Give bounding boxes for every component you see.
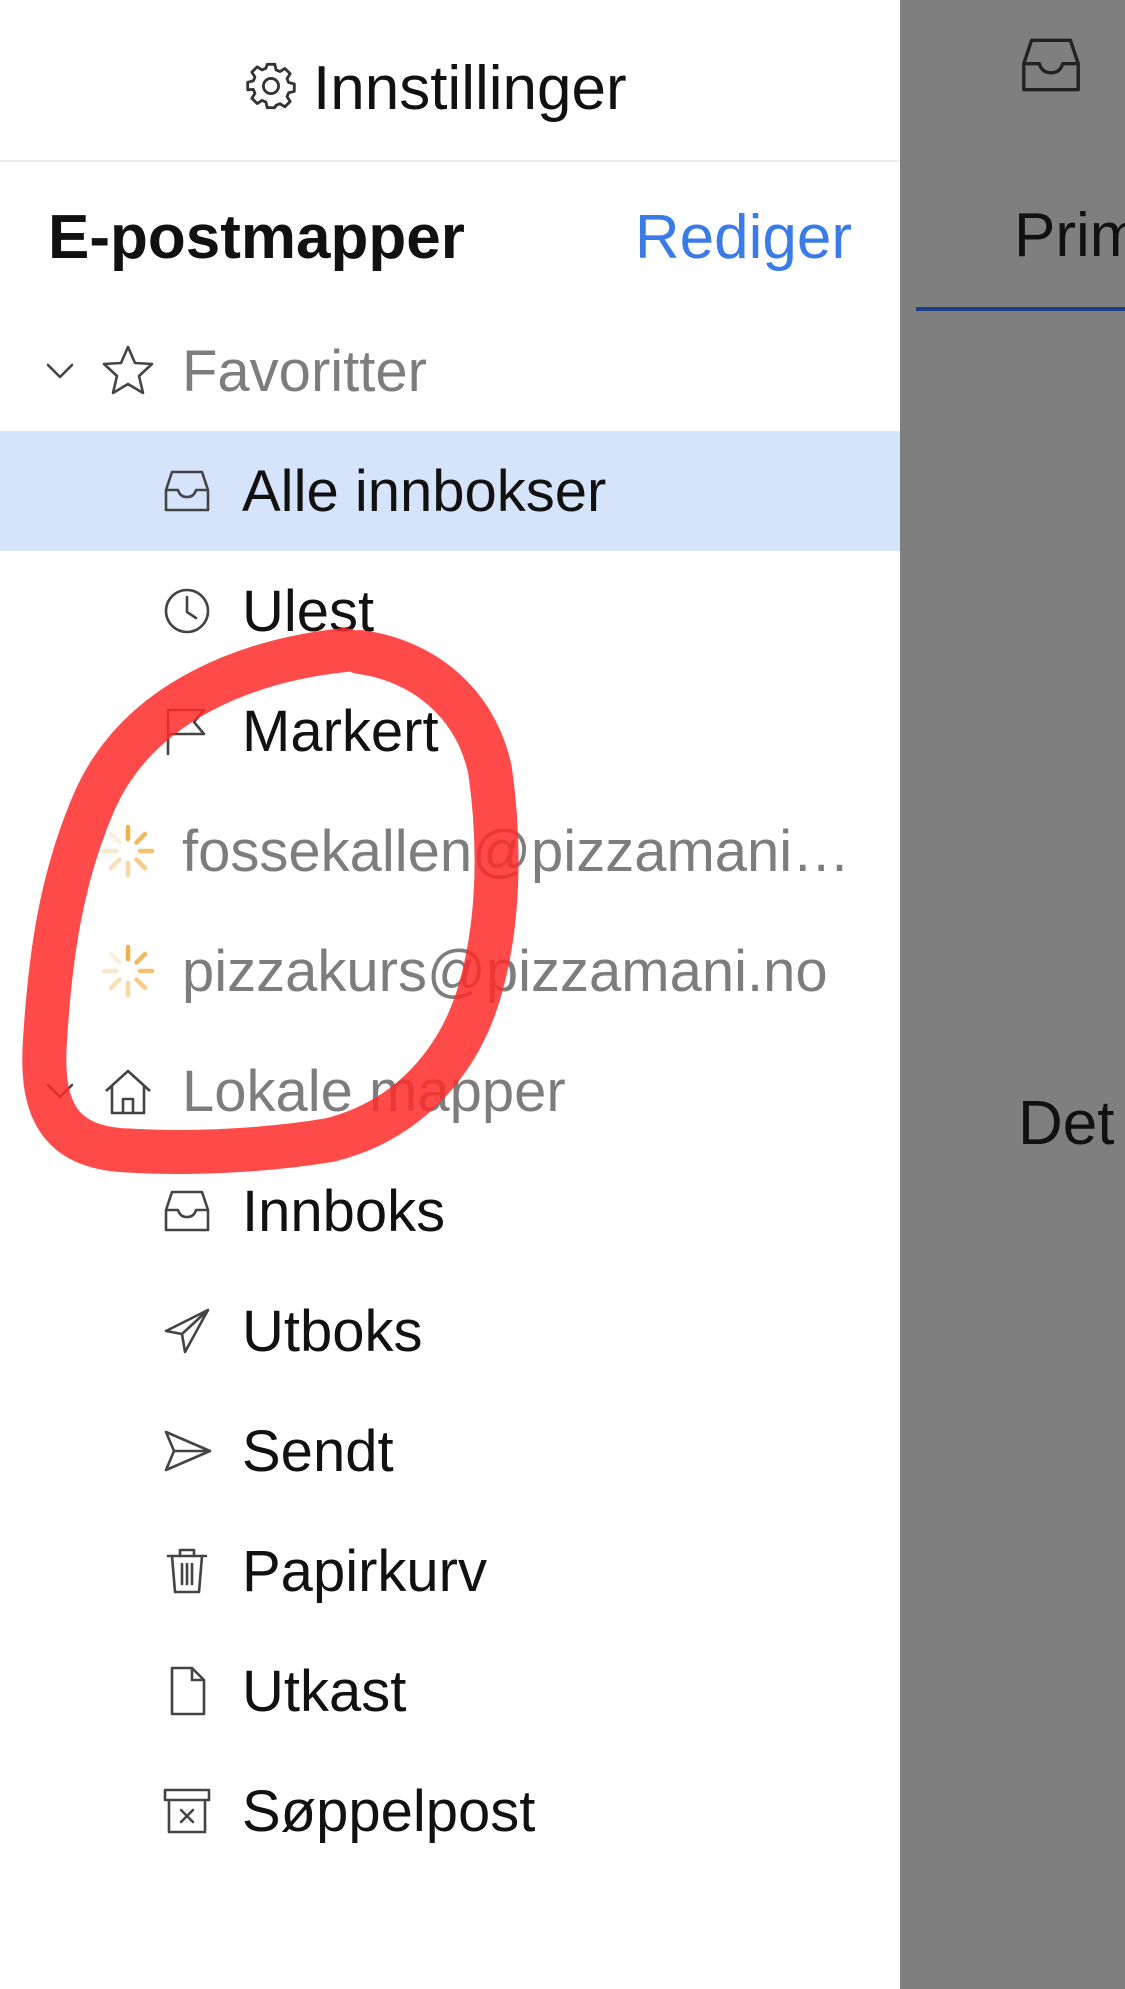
screen: Innstillinger E-postmapper Rediger Favor…: [0, 0, 1125, 1989]
sidebar-topbar: Innstillinger: [0, 0, 900, 162]
loading-spinner-icon: [101, 824, 155, 878]
folder-label: Markert: [242, 698, 439, 764]
folder-label: Søppelpost: [242, 1778, 536, 1844]
folder-junk[interactable]: Søppelpost: [0, 1751, 900, 1871]
chevron-down-icon[interactable]: [42, 353, 78, 389]
folder-outbox[interactable]: Utboks: [0, 1271, 900, 1391]
account-pizzakurs[interactable]: pizzakurs@pizzamani.no: [0, 911, 900, 1031]
folders-header: E-postmapper Rediger: [0, 190, 900, 286]
account-fossekallen[interactable]: fossekallen@pizzamani…: [0, 791, 900, 911]
tab-primary[interactable]: Prim: [1014, 200, 1125, 271]
folder-label: Ulest: [242, 578, 375, 644]
group-local-folders[interactable]: Lokale mapper: [0, 1031, 900, 1151]
tray-icon: [164, 1190, 210, 1232]
folder-inbox[interactable]: Innboks: [0, 1151, 900, 1271]
folder-sent[interactable]: Sendt: [0, 1391, 900, 1511]
star-icon: [102, 345, 154, 395]
clock-icon: [164, 588, 210, 634]
account-label: pizzakurs@pizzamani.no: [182, 938, 828, 1004]
edit-button[interactable]: Rediger: [635, 202, 852, 273]
folder-unread[interactable]: Ulest: [0, 551, 900, 671]
group-label: Favoritter: [182, 338, 427, 404]
page-title: E-postmapper: [48, 203, 465, 272]
folder-label: Utkast: [242, 1658, 407, 1724]
folder-flagged[interactable]: Markert: [0, 671, 900, 791]
folder-label: Innboks: [242, 1178, 446, 1244]
trash-icon: [166, 1548, 208, 1594]
settings-button[interactable]: Innstillinger: [245, 50, 627, 126]
folder-drafts[interactable]: Utkast: [0, 1631, 900, 1751]
send-icon: [164, 1430, 212, 1472]
folder-all-inboxes[interactable]: Alle innbokser: [0, 431, 900, 551]
gear-icon: [245, 60, 297, 117]
group-label: Lokale mapper: [182, 1058, 566, 1124]
paper-plane-icon: [164, 1308, 210, 1354]
folder-label: Alle innbokser: [242, 458, 607, 524]
folder-label: Papirkurv: [242, 1538, 487, 1604]
loading-spinner-icon: [101, 944, 155, 998]
settings-label: Innstillinger: [313, 53, 627, 123]
group-favorites[interactable]: Favoritter: [0, 311, 900, 431]
tray-icon[interactable]: [1016, 30, 1086, 100]
tray-icon: [164, 470, 210, 512]
document-icon: [170, 1666, 206, 1716]
account-label: fossekallen@pizzamani…: [182, 818, 851, 884]
folders-sidebar: Innstillinger E-postmapper Rediger Favor…: [0, 0, 900, 1989]
tab-underline: [916, 307, 1125, 311]
junk-box-icon: [163, 1788, 211, 1834]
home-icon: [105, 1069, 151, 1115]
chevron-down-icon[interactable]: [42, 1073, 78, 1109]
folder-label: Utboks: [242, 1298, 423, 1364]
empty-state-text: Det: [1018, 1089, 1115, 1158]
folder-label: Sendt: [242, 1418, 394, 1484]
folder-trash[interactable]: Papirkurv: [0, 1511, 900, 1631]
message-list-pane[interactable]: Prim Det: [900, 0, 1125, 1989]
flag-icon: [166, 708, 206, 756]
